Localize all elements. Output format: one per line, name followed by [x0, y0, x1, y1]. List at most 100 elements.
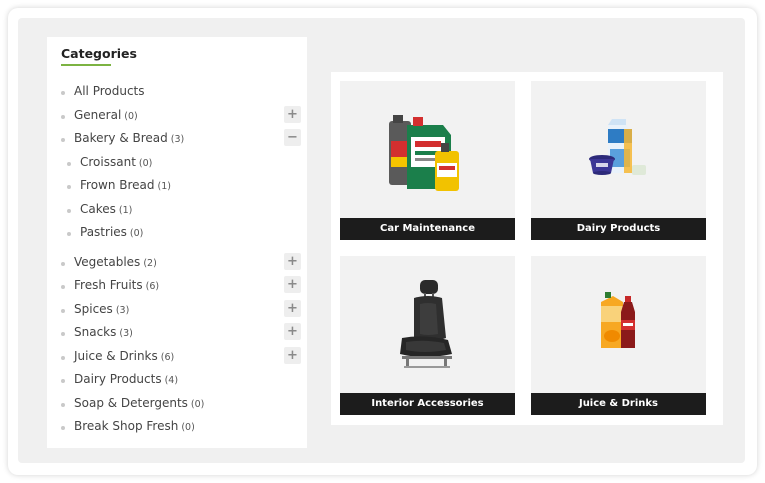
- category-link[interactable]: Snacks (3): [74, 325, 133, 339]
- milk-carton-icon: [589, 119, 646, 175]
- category-item[interactable]: Dairy Products (4): [47, 370, 307, 394]
- category-count: (6): [145, 281, 160, 292]
- sidebar-title: Categories: [61, 46, 137, 61]
- category-item[interactable]: Bakery & Bread (3) −: [47, 129, 307, 153]
- category-item[interactable]: Pastries (0): [47, 223, 307, 247]
- expand-plus-icon[interactable]: +: [284, 346, 301, 364]
- category-card-car-maintenance[interactable]: Car Maintenance: [340, 81, 515, 240]
- bullet-dot: [61, 426, 65, 430]
- category-label: Dairy Products: [74, 372, 162, 386]
- category-link[interactable]: Vegetables (2): [74, 255, 157, 269]
- juice-bottle-icon: [601, 292, 635, 348]
- category-link[interactable]: Spices (3): [74, 302, 129, 316]
- category-label: Vegetables: [74, 254, 141, 269]
- category-item[interactable]: Juice & Drinks (6) +: [47, 346, 307, 371]
- category-count: (0): [124, 110, 138, 122]
- card-label[interactable]: Dairy Products: [531, 218, 706, 240]
- category-count: (0): [138, 157, 153, 169]
- category-label: Croissant: [80, 154, 136, 169]
- category-link[interactable]: Juice & Drinks (6): [74, 349, 174, 363]
- expand-plus-icon[interactable]: +: [284, 276, 301, 293]
- category-label: All Products: [74, 84, 145, 98]
- content-panel: Categories All Products General (0) + Bakery…: [18, 18, 745, 463]
- bullet-dot: [61, 402, 65, 407]
- expand-plus-icon[interactable]: +: [284, 105, 301, 123]
- bullet-dot: [67, 232, 71, 236]
- category-count: (0): [181, 422, 195, 433]
- category-label: Spices: [74, 301, 113, 316]
- browser-frame: Categories All Products General (0) + Bakery…: [8, 8, 757, 475]
- category-list: All Products General (0) + Bakery & Bread (3)…: [47, 82, 307, 441]
- categories-sidebar: Categories All Products General (0) + Bakery…: [47, 37, 307, 448]
- bullet-dot: [61, 261, 65, 266]
- category-item[interactable]: Croissant (0): [47, 153, 307, 177]
- category-label: Cakes: [80, 201, 116, 216]
- category-link[interactable]: Bakery & Bread (3): [74, 131, 184, 145]
- category-item[interactable]: All Products: [47, 82, 307, 106]
- expand-plus-icon[interactable]: +: [284, 299, 301, 317]
- bullet-dot: [61, 138, 65, 142]
- category-label: Fresh Fruits: [74, 278, 143, 292]
- category-label: Soap & Detergents: [74, 395, 188, 410]
- card-label[interactable]: Interior Accessories: [340, 393, 515, 415]
- expand-plus-icon[interactable]: +: [284, 252, 301, 270]
- category-item[interactable]: Vegetables (2) +: [47, 252, 307, 277]
- category-label: Juice & Drinks: [74, 348, 158, 363]
- category-label: Frown Bread: [80, 178, 155, 192]
- category-label: Bakery & Bread: [74, 131, 168, 145]
- category-item[interactable]: Cakes (1): [47, 200, 307, 224]
- category-count: (4): [164, 375, 179, 386]
- card-label[interactable]: Juice & Drinks: [531, 393, 706, 415]
- bullet-dot: [61, 308, 65, 313]
- category-item[interactable]: Spices (3) +: [47, 299, 307, 324]
- category-count: (6): [160, 351, 175, 363]
- bullet-dot: [67, 208, 71, 213]
- category-item[interactable]: Snacks (3) +: [47, 323, 307, 347]
- category-item[interactable]: Break Shop Fresh (0): [47, 417, 307, 441]
- bullet-dot: [61, 379, 65, 383]
- category-count: (3): [115, 304, 130, 316]
- category-count: (2): [143, 257, 157, 269]
- category-label: Break Shop Fresh: [74, 419, 179, 433]
- category-count: (1): [118, 204, 133, 216]
- motor-oil-icon: [389, 115, 459, 191]
- category-count: (0): [190, 398, 205, 410]
- bullet-dot: [61, 91, 65, 95]
- category-grid: Car Maintenance Dairy Products Interior …: [331, 72, 723, 425]
- card-label[interactable]: Car Maintenance: [340, 218, 515, 240]
- category-link[interactable]: Soap & Detergents (0): [74, 396, 204, 410]
- category-item[interactable]: General (0) +: [47, 105, 307, 130]
- bullet-dot: [67, 185, 71, 189]
- car-seat-icon: [400, 280, 452, 368]
- category-count: (0): [129, 228, 144, 239]
- category-count: (3): [119, 328, 133, 339]
- category-link[interactable]: Croissant (0): [80, 155, 152, 169]
- title-underline: [61, 64, 111, 66]
- category-count: (3): [170, 134, 185, 145]
- category-label: Pastries: [80, 225, 127, 239]
- category-item[interactable]: Soap & Detergents (0): [47, 394, 307, 418]
- category-link[interactable]: Frown Bread (1): [80, 178, 171, 192]
- category-link[interactable]: Fresh Fruits (6): [74, 278, 159, 292]
- category-card-juice-drinks[interactable]: Juice & Drinks: [531, 256, 706, 415]
- category-label: Snacks: [74, 325, 117, 339]
- category-card-interior-accessories[interactable]: Interior Accessories: [340, 256, 515, 415]
- category-item[interactable]: Frown Bread (1): [47, 176, 307, 200]
- category-link[interactable]: Break Shop Fresh (0): [74, 419, 195, 433]
- category-link[interactable]: All Products: [74, 84, 145, 98]
- category-count: (1): [157, 181, 171, 192]
- bullet-dot: [61, 285, 65, 289]
- category-item[interactable]: Fresh Fruits (6) +: [47, 276, 307, 300]
- category-card-dairy-products[interactable]: Dairy Products: [531, 81, 706, 240]
- category-link[interactable]: General (0): [74, 108, 138, 122]
- expand-plus-icon[interactable]: +: [284, 323, 301, 340]
- bullet-dot: [61, 355, 65, 360]
- category-label: General: [74, 107, 122, 122]
- category-link[interactable]: Dairy Products (4): [74, 372, 178, 386]
- collapse-minus-icon[interactable]: −: [284, 129, 301, 146]
- category-link[interactable]: Pastries (0): [80, 225, 143, 239]
- category-link[interactable]: Cakes (1): [80, 202, 132, 216]
- bullet-dot: [67, 161, 71, 166]
- bullet-dot: [61, 332, 65, 336]
- bullet-dot: [61, 114, 65, 119]
